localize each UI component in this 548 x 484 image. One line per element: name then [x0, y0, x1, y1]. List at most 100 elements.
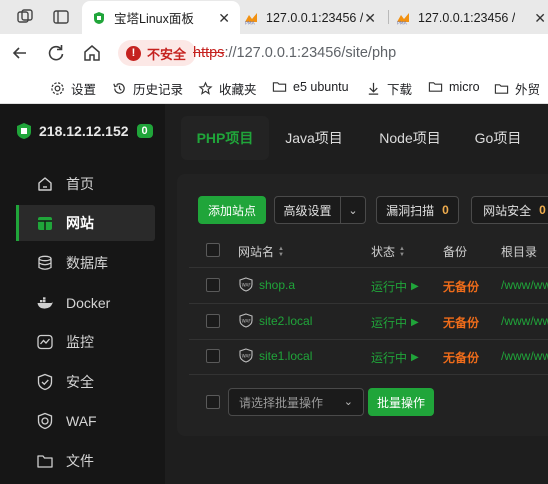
url-field[interactable]: https://127.0.0.1:23456/site/php [193, 45, 396, 61]
row-checkbox[interactable] [206, 278, 220, 292]
advanced-settings-dropdown[interactable]: ⌄ [340, 196, 366, 224]
history-icon [113, 83, 125, 94]
site-status[interactable]: 运行中 ▶ [371, 314, 419, 331]
row-divider [189, 339, 548, 340]
column-header-label: 状态 [371, 245, 396, 259]
row-checkbox[interactable] [206, 314, 220, 328]
root-path[interactable]: /www/ww [501, 349, 548, 363]
bookmark-downloads[interactable]: 下载 [366, 79, 412, 98]
reload-icon[interactable] [46, 43, 66, 63]
row-divider [189, 374, 548, 375]
sidebar-item-website[interactable]: 网站 [16, 205, 155, 241]
site-status[interactable]: 运行中 ▶ [371, 278, 419, 295]
chevron-down-icon: ⌄ [343, 396, 353, 408]
play-icon: ▶ [411, 281, 419, 292]
bookmark-label: micro [449, 79, 480, 94]
waf-shield-icon: WAF [239, 348, 253, 363]
server-badge: 0 [136, 124, 153, 138]
download-icon [368, 82, 379, 95]
site-name-link[interactable]: WAF site2.local [239, 313, 312, 328]
browser-tab-pma-2[interactable]: PMA 127.0.0.1:23456 / ✕ [396, 1, 548, 34]
sidebar-item-files[interactable]: 文件 [16, 443, 155, 479]
home-icon[interactable] [82, 43, 102, 63]
column-header-status[interactable]: 状态 ▲ ▼ [371, 243, 405, 260]
play-icon: ▶ [411, 317, 419, 328]
tab-actions-icon[interactable] [52, 8, 70, 26]
close-tab-icon[interactable]: ✕ [534, 10, 546, 27]
svg-text:PMA: PMA [397, 20, 408, 25]
row-divider [189, 303, 548, 304]
site-name: site2.local [259, 313, 313, 328]
site-security-count: 0 [539, 203, 546, 217]
select-all-checkbox[interactable] [206, 243, 220, 257]
bt-panel-favicon [94, 11, 104, 24]
batch-placeholder: 请选择批量操作 [239, 395, 324, 410]
batch-operation-button[interactable]: 批量操作 [368, 388, 434, 416]
bookmark-foreign-trade[interactable]: 外贸 [494, 79, 540, 98]
folder-icon [428, 82, 443, 92]
not-secure-badge[interactable]: ! 不安全 [118, 40, 197, 66]
site-list-panel: 添加站点 高级设置 ⌄ 漏洞扫描 0 网站安全 0 网站名 ▲▼ 状态 ▲▼ [177, 174, 548, 436]
site-name-link[interactable]: WAF site1.local [239, 348, 312, 363]
shield-icon [37, 373, 53, 391]
column-header-backup: 备份 [443, 245, 468, 259]
bookmark-settings[interactable]: 设置 [50, 79, 96, 98]
advanced-settings-button[interactable]: 高级设置 [274, 196, 341, 224]
tab-java-project[interactable]: Java项目 [273, 116, 355, 160]
sidebar-item-docker[interactable]: Docker [16, 285, 155, 321]
row-divider [189, 267, 548, 268]
workspaces-icon[interactable] [16, 8, 34, 26]
site-status[interactable]: 运行中 ▶ [371, 349, 419, 366]
sidebar-item-label: WAF [66, 413, 97, 429]
folder-icon [37, 455, 53, 468]
pma-favicon: PMA [397, 12, 409, 25]
column-header-name[interactable]: 网站名 ▲ ▼ [238, 243, 284, 260]
backup-status[interactable]: 无备份 [443, 349, 479, 366]
close-tab-icon[interactable]: ✕ [218, 10, 230, 27]
bookmark-label: 外贸 [515, 83, 541, 97]
gear-icon [51, 82, 64, 95]
site-security-button[interactable]: 网站安全 0 [471, 196, 548, 224]
tab-php-project[interactable]: PHP项目 [181, 116, 269, 160]
bookmark-label: 历史记录 [133, 83, 184, 97]
sidebar-item-label: 安全 [66, 374, 94, 390]
backup-status[interactable]: 无备份 [443, 278, 479, 295]
sidebar-item-waf[interactable]: WAF [16, 403, 155, 439]
bookmark-history[interactable]: 历史记录 [112, 79, 183, 98]
site-name-link[interactable]: WAF shop.a [239, 277, 295, 292]
bookmark-e5-ubuntu[interactable]: e5 ubuntu [272, 79, 349, 94]
sidebar-item-security[interactable]: 安全 [16, 364, 155, 400]
add-site-button[interactable]: 添加站点 [198, 196, 266, 224]
site-name: shop.a [259, 277, 296, 292]
globe-icon [38, 217, 52, 230]
bookmark-micro[interactable]: micro [428, 79, 480, 94]
browser-tab-bt-panel[interactable]: 宝塔Linux面板 ✕ [82, 1, 240, 34]
waf-icon [37, 412, 53, 430]
sidebar-item-home[interactable]: 首页 [16, 166, 155, 202]
root-path[interactable]: /www/ww [501, 278, 548, 292]
warning-icon: ! [126, 45, 141, 61]
column-header-label: 网站名 [238, 245, 275, 259]
project-tabs: PHP项目 Java项目 Node项目 Go项目 [165, 104, 548, 166]
sidebar-item-monitor[interactable]: 监控 [16, 324, 155, 360]
row-checkbox[interactable] [206, 349, 220, 363]
server-header[interactable]: 218.12.12.152 0 [16, 122, 153, 140]
batch-select-all-checkbox[interactable] [206, 395, 220, 409]
sidebar-item-label: 数据库 [66, 255, 108, 271]
folder-icon [272, 82, 287, 92]
sidebar-item-database[interactable]: 数据库 [16, 245, 155, 281]
sort-icon: ▲ ▼ [399, 245, 405, 258]
root-path[interactable]: /www/ww [501, 314, 548, 328]
vuln-scan-button[interactable]: 漏洞扫描 0 [376, 196, 459, 224]
close-tab-icon[interactable]: ✕ [364, 10, 376, 27]
tab-go-project[interactable]: Go项目 [463, 116, 533, 160]
tab-node-project[interactable]: Node项目 [365, 116, 455, 160]
browser-tab-pma-1[interactable]: PMA 127.0.0.1:23456 / ✕ [244, 1, 386, 34]
status-label: 运行中 [371, 316, 408, 330]
vuln-scan-count: 0 [442, 203, 449, 217]
svg-text:PMA: PMA [245, 20, 256, 25]
back-arrow-icon[interactable] [10, 43, 30, 63]
bookmark-favorites[interactable]: 收藏夹 [198, 79, 257, 98]
batch-operation-select[interactable]: 请选择批量操作 ⌄ [228, 388, 364, 416]
backup-status[interactable]: 无备份 [443, 314, 479, 331]
